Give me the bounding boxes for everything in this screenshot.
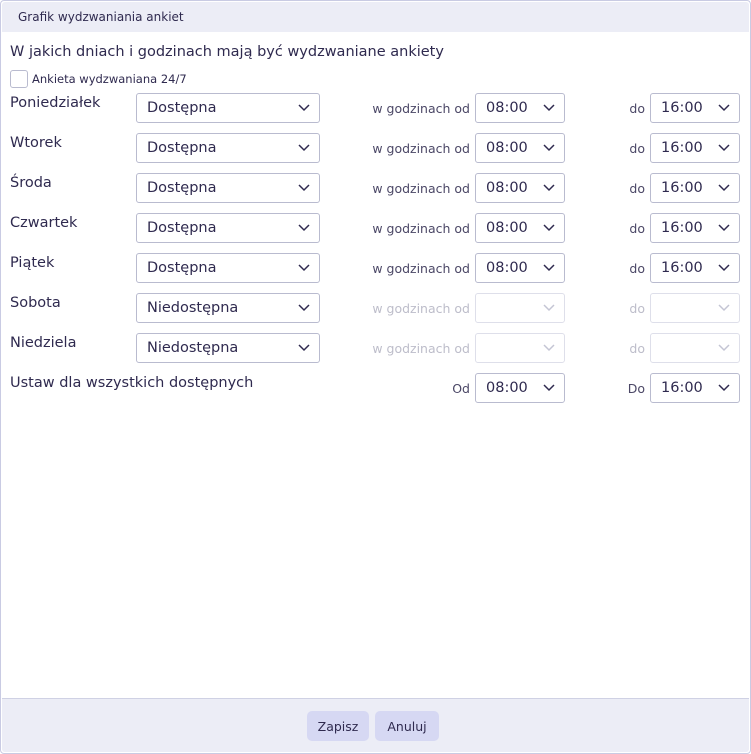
day-row-wednesday: Środa Dostępna w godzinach od 08:00 do 1…	[1, 173, 751, 203]
day-row-tuesday: Wtorek Dostępna w godzinach od 08:00 do …	[1, 133, 751, 163]
chevron-down-icon	[298, 144, 310, 152]
cancel-button[interactable]: Anuluj	[375, 711, 439, 741]
from-label: w godzinach od	[372, 181, 470, 196]
day-row-thursday: Czwartek Dostępna w godzinach od 08:00 d…	[1, 213, 751, 243]
save-button[interactable]: Zapisz	[307, 711, 369, 741]
chevron-down-icon	[543, 104, 555, 112]
from-label: w godzinach od	[372, 221, 470, 236]
chevron-down-icon	[298, 224, 310, 232]
section-heading: W jakich dniach i godzinach mają być wyd…	[10, 44, 444, 60]
from-label: w godzinach od	[372, 261, 470, 276]
chevron-down-icon	[298, 104, 310, 112]
to-label: do	[629, 141, 645, 156]
chevron-down-icon	[543, 264, 555, 272]
set-all-label: Ustaw dla wszystkich dostępnych	[10, 375, 254, 391]
from-label: w godzinach od	[372, 101, 470, 116]
chevron-down-icon	[543, 384, 555, 392]
day-row-saturday: Sobota Niedostępna w godzinach od do	[1, 293, 751, 323]
to-time-select	[650, 293, 740, 323]
from-time-select[interactable]: 08:00	[475, 133, 565, 163]
from-time-select[interactable]: 08:00	[475, 93, 565, 123]
chevron-down-icon	[543, 304, 555, 312]
availability-select[interactable]: Dostępna	[136, 133, 320, 163]
from-label: w godzinach od	[372, 141, 470, 156]
chevron-down-icon	[718, 344, 730, 352]
dialog-title: Grafik wydzwaniania ankiet	[18, 10, 184, 24]
chevron-down-icon	[298, 264, 310, 272]
to-time-select[interactable]: 16:00	[650, 253, 740, 283]
from-time-select	[475, 293, 565, 323]
chevron-down-icon	[298, 304, 310, 312]
availability-select[interactable]: Dostępna	[136, 253, 320, 283]
chevron-down-icon	[718, 104, 730, 112]
set-all-to-select[interactable]: 16:00	[650, 373, 740, 403]
chevron-down-icon	[718, 384, 730, 392]
day-row-friday: Piątek Dostępna w godzinach od 08:00 do …	[1, 253, 751, 283]
availability-select[interactable]: Niedostępna	[136, 293, 320, 323]
availability-select[interactable]: Dostępna	[136, 213, 320, 243]
day-label: Środa	[10, 175, 52, 191]
from-time-select	[475, 333, 565, 363]
set-all-to-label: Do	[627, 381, 645, 396]
availability-select[interactable]: Niedostępna	[136, 333, 320, 363]
set-all-from-label: Od	[452, 381, 470, 396]
to-label: do	[629, 261, 645, 276]
from-label: w godzinach od	[372, 301, 470, 316]
checkbox-247[interactable]	[10, 70, 28, 88]
to-label: do	[629, 221, 645, 236]
day-row-sunday: Niedziela Niedostępna w godzinach od do	[1, 333, 751, 363]
chevron-down-icon	[543, 184, 555, 192]
day-label: Piątek	[10, 255, 55, 271]
day-label: Wtorek	[10, 135, 62, 151]
availability-select[interactable]: Dostępna	[136, 173, 320, 203]
to-time-select[interactable]: 16:00	[650, 133, 740, 163]
dialog-titlebar: Grafik wydzwaniania ankiet	[2, 2, 749, 32]
chevron-down-icon	[543, 224, 555, 232]
chevron-down-icon	[298, 344, 310, 352]
to-label: do	[629, 101, 645, 116]
set-all-row: Ustaw dla wszystkich dostępnych Od 08:00…	[1, 373, 751, 403]
day-label: Poniedziałek	[10, 95, 101, 111]
from-time-select[interactable]: 08:00	[475, 253, 565, 283]
chevron-down-icon	[718, 144, 730, 152]
dialog-footer: Zapisz Anuluj	[2, 698, 749, 752]
day-label: Sobota	[10, 295, 61, 311]
chevron-down-icon	[718, 224, 730, 232]
day-row-monday: Poniedziałek Dostępna w godzinach od 08:…	[1, 93, 751, 123]
from-time-select[interactable]: 08:00	[475, 213, 565, 243]
to-label: do	[629, 301, 645, 316]
to-time-select	[650, 333, 740, 363]
to-time-select[interactable]: 16:00	[650, 93, 740, 123]
day-label: Niedziela	[10, 335, 77, 351]
from-label: w godzinach od	[372, 341, 470, 356]
chevron-down-icon	[298, 184, 310, 192]
day-label: Czwartek	[10, 215, 78, 231]
from-time-select[interactable]: 08:00	[475, 173, 565, 203]
chevron-down-icon	[718, 304, 730, 312]
chevron-down-icon	[543, 144, 555, 152]
to-label: do	[629, 341, 645, 356]
chevron-down-icon	[543, 344, 555, 352]
set-all-from-select[interactable]: 08:00	[475, 373, 565, 403]
chevron-down-icon	[718, 184, 730, 192]
to-time-select[interactable]: 16:00	[650, 173, 740, 203]
to-time-select[interactable]: 16:00	[650, 213, 740, 243]
schedule-dialog: Grafik wydzwaniania ankiet W jakich dnia…	[0, 0, 751, 754]
availability-select[interactable]: Dostępna	[136, 93, 320, 123]
chevron-down-icon	[718, 264, 730, 272]
checkbox-247-row: Ankieta wydzwaniana 24/7	[10, 70, 187, 88]
checkbox-247-label[interactable]: Ankieta wydzwaniana 24/7	[32, 72, 187, 86]
to-label: do	[629, 181, 645, 196]
